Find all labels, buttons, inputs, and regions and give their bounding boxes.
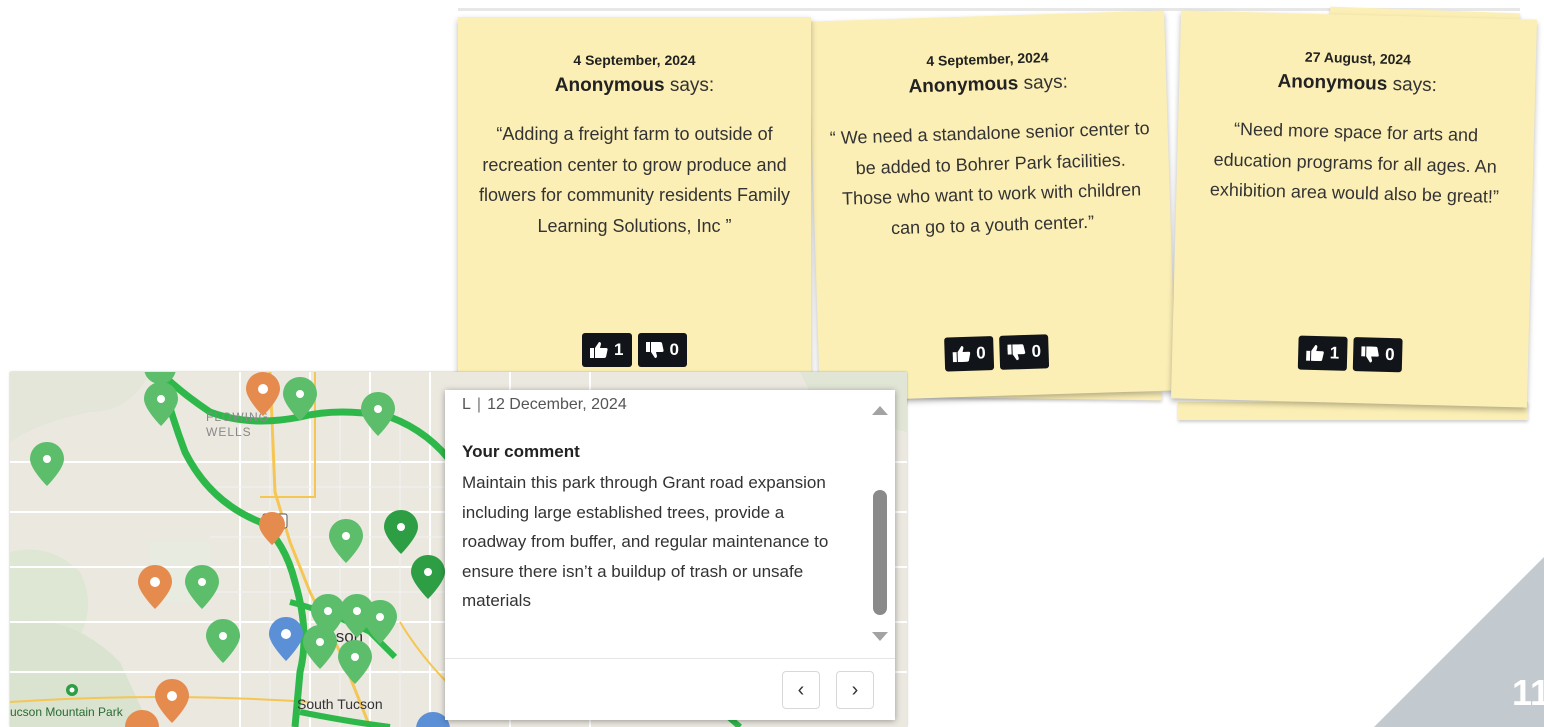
comment-note: 4 September, 2024 Anonymous says: “Addin… bbox=[458, 17, 811, 377]
comment-author: Anonymous bbox=[554, 75, 665, 96]
like-count: 1 bbox=[1329, 343, 1340, 363]
chevron-left-icon: ‹ bbox=[797, 678, 805, 701]
like-button[interactable]: 1 bbox=[582, 333, 632, 367]
popup-meta: L | 12 December, 2024 bbox=[462, 396, 627, 414]
comment-date: 4 September, 2024 bbox=[926, 49, 1049, 69]
previous-button[interactable]: ‹ bbox=[782, 671, 820, 709]
thumbs-up-icon bbox=[590, 342, 608, 358]
like-button[interactable]: 0 bbox=[943, 336, 995, 372]
comment-text: “Need more space for arts and education … bbox=[1209, 118, 1500, 207]
dislike-button[interactable]: 0 bbox=[1352, 337, 1404, 373]
popup-date: 12 December, 2024 bbox=[487, 396, 627, 413]
comment-author: Anonymous bbox=[908, 73, 1019, 98]
vote-buttons: 1 0 bbox=[1172, 332, 1529, 375]
meta-separator: | bbox=[476, 396, 482, 413]
like-count: 0 bbox=[975, 343, 986, 363]
comment-text: “ We need a standalone senior center to … bbox=[829, 118, 1150, 238]
comment-date: 4 September, 2024 bbox=[573, 52, 696, 68]
vote-buttons: 0 0 bbox=[818, 330, 1175, 375]
next-button[interactable]: › bbox=[836, 671, 874, 709]
thumbs-up-icon bbox=[952, 346, 970, 363]
comment-says: says: bbox=[664, 75, 715, 96]
dislike-button[interactable]: 0 bbox=[637, 333, 687, 367]
comment-says: says: bbox=[1017, 71, 1069, 95]
scroll-down-icon[interactable] bbox=[872, 632, 888, 641]
page-number: 11 bbox=[1512, 672, 1544, 713]
dislike-button[interactable]: 0 bbox=[999, 334, 1050, 370]
thumbs-up-icon bbox=[1305, 345, 1324, 362]
dislike-count: 0 bbox=[669, 340, 679, 359]
comment-says: says: bbox=[1387, 73, 1438, 97]
popup-author: L bbox=[462, 396, 471, 413]
thumbs-down-icon bbox=[1361, 346, 1379, 363]
scroll-up-icon[interactable] bbox=[872, 406, 888, 415]
comment-popup: L | 12 December, 2024 Your comment Maintai… bbox=[445, 390, 895, 720]
thumbs-down-icon bbox=[1007, 344, 1026, 361]
popup-comment-text: Maintain this park through Grant road ex… bbox=[462, 473, 829, 610]
comment-author-line: Anonymous says: bbox=[458, 75, 811, 97]
dislike-count: 0 bbox=[1031, 341, 1042, 361]
chevron-right-icon: › bbox=[851, 678, 859, 701]
comment-author-line: Anonymous says: bbox=[1179, 68, 1535, 99]
comment-author-line: Anonymous says: bbox=[810, 68, 1167, 101]
comment-note: 27 August, 2024 Anonymous says: “Need mo… bbox=[1170, 10, 1538, 408]
popup-heading: Your comment bbox=[462, 442, 580, 461]
dislike-count: 0 bbox=[1384, 344, 1395, 365]
comment-date: 27 August, 2024 bbox=[1304, 48, 1412, 68]
like-button[interactable]: 1 bbox=[1297, 335, 1348, 371]
like-count: 1 bbox=[614, 340, 624, 359]
comment-note: 4 September, 2024 Anonymous says: “ We n… bbox=[808, 10, 1176, 402]
popup-footer: ‹ › bbox=[445, 658, 895, 721]
vote-buttons: 1 0 bbox=[458, 333, 811, 367]
comment-text: “Adding a freight farm to outside of rec… bbox=[478, 124, 791, 236]
scrollbar-thumb[interactable] bbox=[873, 490, 887, 615]
park-pins bbox=[30, 377, 397, 684]
thumbs-down-icon bbox=[645, 342, 664, 358]
comment-author: Anonymous bbox=[1277, 70, 1388, 95]
